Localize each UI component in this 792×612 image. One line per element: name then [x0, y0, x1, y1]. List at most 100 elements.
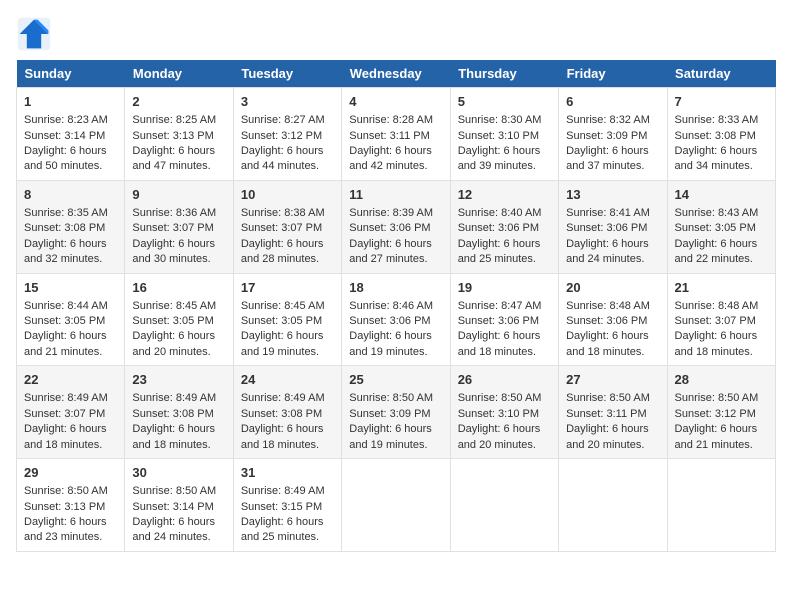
day-number: 26	[458, 371, 551, 389]
calendar-cell: 8Sunrise: 8:35 AMSunset: 3:08 PMDaylight…	[17, 180, 125, 273]
sunset: Sunset: 3:11 PM	[566, 408, 647, 420]
day-number: 23	[132, 371, 225, 389]
calendar-cell: 7Sunrise: 8:33 AMSunset: 3:08 PMDaylight…	[667, 88, 775, 181]
daylight: Daylight: 6 hours and 24 minutes.	[132, 516, 215, 543]
daylight: Daylight: 6 hours and 19 minutes.	[241, 330, 324, 357]
sunrise: Sunrise: 8:48 AM	[675, 300, 759, 312]
sunrise: Sunrise: 8:49 AM	[241, 485, 325, 497]
calendar-week-3: 15 Sunrise: 8:44 AM Sunset: 3:05 PM Dayligh…	[17, 273, 776, 366]
sunset: Sunset: 3:07 PM	[241, 222, 322, 234]
sunset: Sunset: 3:10 PM	[458, 130, 539, 142]
sunrise: Sunrise: 8:39 AM	[349, 207, 433, 219]
daylight: Daylight: 6 hours and 25 minutes.	[241, 516, 324, 543]
calendar-cell: 12Sunrise: 8:40 AMSunset: 3:06 PMDayligh…	[450, 180, 558, 273]
sunrise: Sunrise: 8:45 AM	[241, 300, 325, 312]
daylight: Daylight: 6 hours and 37 minutes.	[566, 145, 649, 172]
calendar-cell: 24 Sunrise: 8:49 AM Sunset: 3:08 PM Dayligh…	[233, 366, 341, 459]
calendar-cell: 28Sunrise: 8:50 AMSunset: 3:12 PMDayligh…	[667, 366, 775, 459]
sunrise: Sunrise: 8:41 AM	[566, 207, 650, 219]
sunrise: Sunrise: 8:49 AM	[241, 392, 325, 404]
day-number: 9	[132, 186, 225, 204]
calendar-cell: 4Sunrise: 8:28 AMSunset: 3:11 PMDaylight…	[342, 88, 450, 181]
calendar-cell	[667, 459, 775, 552]
daylight: Daylight: 6 hours and 28 minutes.	[241, 238, 324, 265]
daylight: Daylight: 6 hours and 24 minutes.	[566, 238, 649, 265]
sunrise: Sunrise: 8:28 AM	[349, 114, 433, 126]
day-header-friday: Friday	[559, 60, 667, 88]
sunrise: Sunrise: 8:44 AM	[24, 300, 108, 312]
day-number: 12	[458, 186, 551, 204]
sunrise: Sunrise: 8:35 AM	[24, 207, 108, 219]
sunset: Sunset: 3:07 PM	[675, 315, 756, 327]
sunrise: Sunrise: 8:49 AM	[24, 392, 108, 404]
sunset: Sunset: 3:06 PM	[458, 315, 539, 327]
sunrise: Sunrise: 8:38 AM	[241, 207, 325, 219]
calendar-cell: 21Sunrise: 8:48 AMSunset: 3:07 PMDayligh…	[667, 273, 775, 366]
day-number: 19	[458, 279, 551, 297]
calendar-week-2: 8Sunrise: 8:35 AMSunset: 3:08 PMDaylight…	[17, 180, 776, 273]
calendar-cell: 31Sunrise: 8:49 AMSunset: 3:15 PMDayligh…	[233, 459, 341, 552]
sunset: Sunset: 3:09 PM	[566, 130, 647, 142]
daylight: Daylight: 6 hours and 18 minutes.	[241, 423, 324, 450]
daylight: Daylight: 6 hours and 25 minutes.	[458, 238, 541, 265]
daylight: Daylight: 6 hours and 21 minutes.	[24, 330, 107, 357]
sunset: Sunset: 3:05 PM	[241, 315, 322, 327]
sunrise: Sunrise: 8:45 AM	[132, 300, 216, 312]
day-number: 18	[349, 279, 442, 297]
sunset: Sunset: 3:06 PM	[566, 222, 647, 234]
day-number: 11	[349, 186, 442, 204]
sunrise: Sunrise: 8:50 AM	[132, 485, 216, 497]
day-number: 3	[241, 93, 334, 111]
sunset: Sunset: 3:05 PM	[675, 222, 756, 234]
calendar-cell: 29Sunrise: 8:50 AMSunset: 3:13 PMDayligh…	[17, 459, 125, 552]
calendar-cell: 27Sunrise: 8:50 AMSunset: 3:11 PMDayligh…	[559, 366, 667, 459]
day-number: 7	[675, 93, 768, 111]
day-number: 17	[241, 279, 334, 297]
daylight: Daylight: 6 hours and 50 minutes.	[24, 145, 107, 172]
sunrise: Sunrise: 8:40 AM	[458, 207, 542, 219]
sunset: Sunset: 3:14 PM	[132, 501, 213, 513]
sunset: Sunset: 3:10 PM	[458, 408, 539, 420]
sunset: Sunset: 3:14 PM	[24, 130, 105, 142]
daylight: Daylight: 6 hours and 21 minutes.	[675, 423, 758, 450]
calendar-week-4: 22Sunrise: 8:49 AMSunset: 3:07 PMDayligh…	[17, 366, 776, 459]
day-number: 15	[24, 279, 117, 297]
calendar-cell: 13Sunrise: 8:41 AMSunset: 3:06 PMDayligh…	[559, 180, 667, 273]
sunset: Sunset: 3:06 PM	[349, 222, 430, 234]
day-number: 6	[566, 93, 659, 111]
calendar-cell: 15Sunrise: 8:44 AMSunset: 3:05 PMDayligh…	[17, 273, 125, 366]
daylight: Daylight: 6 hours and 18 minutes.	[24, 423, 107, 450]
sunset: Sunset: 3:08 PM	[132, 408, 213, 420]
day-header-tuesday: Tuesday	[233, 60, 341, 88]
calendar-cell: 17 Sunrise: 8:45 AM Sunset: 3:05 PM Dayligh…	[233, 273, 341, 366]
sunset: Sunset: 3:12 PM	[675, 408, 756, 420]
daylight: Daylight: 6 hours and 23 minutes.	[24, 516, 107, 543]
daylight: Daylight: 6 hours and 18 minutes.	[458, 330, 541, 357]
calendar-cell: 25Sunrise: 8:50 AMSunset: 3:09 PMDayligh…	[342, 366, 450, 459]
calendar-cell: 10Sunrise: 8:38 AMSunset: 3:07 PMDayligh…	[233, 180, 341, 273]
daylight: Daylight: 6 hours and 18 minutes.	[675, 330, 758, 357]
sunrise: Sunrise: 8:48 AM	[566, 300, 650, 312]
sunrise: Sunrise: 8:50 AM	[458, 392, 542, 404]
day-number: 24	[241, 371, 334, 389]
header-row: SundayMondayTuesdayWednesdayThursdayFrid…	[17, 60, 776, 88]
day-number: 16	[132, 279, 225, 297]
sunrise: Sunrise: 8:50 AM	[24, 485, 108, 497]
calendar-cell: 20Sunrise: 8:48 AMSunset: 3:06 PMDayligh…	[559, 273, 667, 366]
day-number: 25	[349, 371, 442, 389]
day-number: 22	[24, 371, 117, 389]
day-header-thursday: Thursday	[450, 60, 558, 88]
calendar-cell: 16Sunrise: 8:45 AMSunset: 3:05 PMDayligh…	[125, 273, 233, 366]
day-number: 5	[458, 93, 551, 111]
day-header-monday: Monday	[125, 60, 233, 88]
calendar-cell: 2Sunrise: 8:25 AMSunset: 3:13 PMDaylight…	[125, 88, 233, 181]
day-number: 30	[132, 464, 225, 482]
day-number: 20	[566, 279, 659, 297]
sunset: Sunset: 3:08 PM	[241, 408, 322, 420]
day-number: 4	[349, 93, 442, 111]
sunrise: Sunrise: 8:25 AM	[132, 114, 216, 126]
calendar-cell	[342, 459, 450, 552]
day-header-sunday: Sunday	[17, 60, 125, 88]
sunset: Sunset: 3:08 PM	[24, 222, 105, 234]
page-header	[16, 16, 776, 52]
